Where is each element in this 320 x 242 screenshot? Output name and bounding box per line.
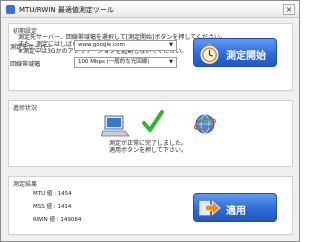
stopwatch-icon: [200, 42, 219, 64]
main-window: MTU/RWIN 最適値測定ツール × 初期設定 測定先サーバー、回線帯域幅を選…: [0, 0, 300, 242]
server-select[interactable]: www.google.com ▼: [74, 40, 177, 51]
progress-status-text: 測定が正常に完了しました。 適用ボタンを押して下さい。: [109, 140, 187, 154]
status-line: 適用ボタンを押して下さい。: [109, 147, 187, 154]
arrow-right-icon: [198, 199, 221, 217]
globe-icon: [193, 114, 217, 134]
app-icon: [6, 5, 15, 14]
chevron-down-icon[interactable]: ▼: [167, 59, 175, 66]
chevron-down-icon[interactable]: ▼: [167, 42, 175, 49]
apply-button[interactable]: 適用: [193, 193, 277, 222]
mtu-value: MTU 値 : 1454: [33, 191, 72, 197]
status-line: 測定が正常に完了しました。: [109, 140, 188, 147]
bandwidth-select-value: 100 Mbps (一般的な光回線): [78, 59, 150, 65]
mss-value: MSS 値 : 1414: [33, 204, 72, 210]
server-select-value: www.google.com: [78, 42, 125, 48]
checkmark-icon: [142, 110, 164, 132]
start-measure-label: 測定開始: [226, 51, 266, 62]
apply-button-label: 適用: [226, 206, 246, 217]
rwin-value: RWIN 値 : 149084: [33, 217, 82, 223]
server-label: 測定先サーバー: [10, 44, 52, 51]
start-measure-button[interactable]: 測定開始: [193, 38, 277, 67]
pc-icon: [101, 115, 130, 137]
bandwidth-label: 回線帯域幅: [10, 61, 41, 68]
results-group-title: 測定結果: [13, 181, 38, 188]
progress-group-title: 進捗状況: [13, 105, 38, 112]
close-button[interactable]: ×: [283, 4, 295, 15]
window-title: MTU/RWIN 最適値測定ツール: [19, 6, 114, 14]
bandwidth-select[interactable]: 100 Mbps (一般的な光回線) ▼: [74, 57, 177, 68]
title-bar: MTU/RWIN 最適値測定ツール ×: [1, 1, 299, 18]
